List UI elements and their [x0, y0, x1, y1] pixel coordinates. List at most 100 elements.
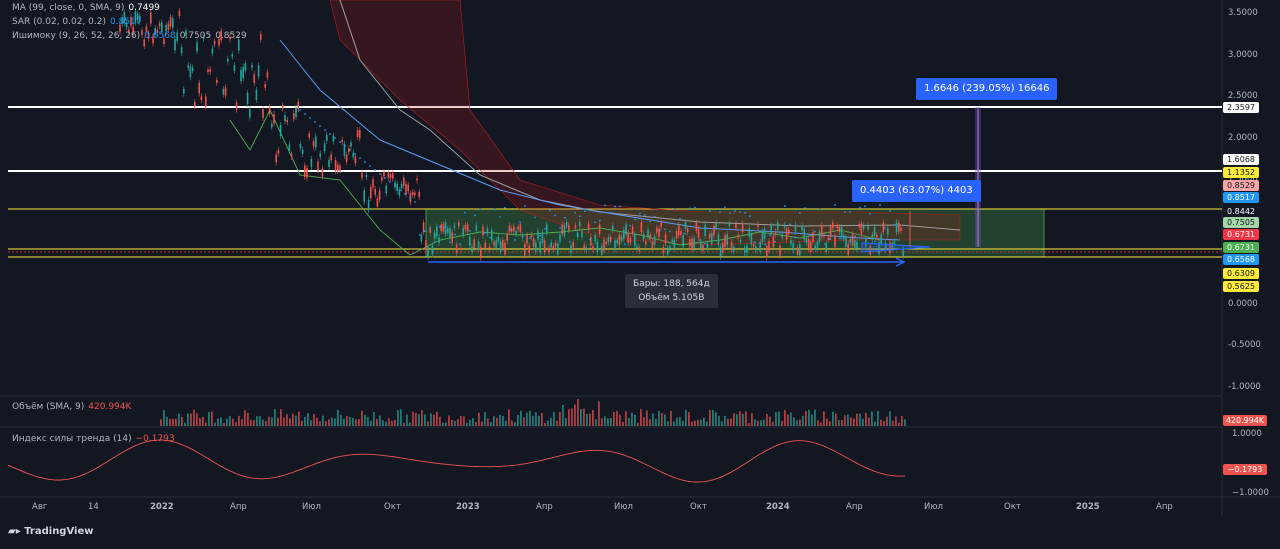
volume-bar: [679, 416, 681, 426]
sar-dot: [339, 141, 341, 143]
measure-upper-label[interactable]: 1.6646 (239.05%) 16646: [916, 78, 1058, 100]
sar-dot: [379, 173, 381, 175]
volume-bar: [343, 418, 345, 426]
volume-bar: [487, 418, 489, 426]
candle-body: [625, 224, 627, 235]
candle-body: [719, 246, 722, 257]
tradingview-logo[interactable]: ▰▸ TradingView: [8, 526, 93, 537]
candle-body: [334, 160, 337, 172]
volume-bar: [904, 419, 906, 426]
legend-sar[interactable]: SAR (0.02, 0.02, 0.2) 0.8517: [12, 17, 146, 28]
volume-bar: [235, 422, 237, 426]
candle-body: [372, 179, 374, 188]
candle-body: [774, 231, 777, 235]
sar-dot: [849, 210, 851, 213]
sar-dot: [779, 231, 781, 234]
legend-ma[interactable]: MA (99, close, 0, SMA, 9) 0.7499: [12, 3, 164, 14]
candle-body: [249, 109, 251, 118]
candle-body: [427, 247, 429, 258]
volume-bar: [589, 413, 591, 426]
volume-bar: [667, 421, 669, 426]
volume-bar: [430, 413, 432, 426]
candle-body: [715, 222, 717, 228]
volume-bar: [664, 414, 666, 426]
time-axis-label: 2024: [766, 502, 790, 512]
candle-body: [871, 234, 874, 241]
volume-bar: [598, 401, 600, 426]
volume-legend[interactable]: Объём (SMA, 9) 420.994K: [12, 402, 135, 413]
candle-body: [728, 223, 731, 226]
sar-dot: [319, 125, 321, 127]
sar-dot: [764, 243, 766, 246]
volume-bar: [202, 416, 204, 426]
sar-dot: [734, 210, 736, 212]
candle-body: [777, 222, 779, 231]
candle-body: [634, 234, 636, 246]
measure-lower-label[interactable]: 0.4403 (63.07%) 4403: [852, 180, 981, 202]
sar-dot: [564, 216, 566, 219]
volume-bar: [859, 413, 861, 426]
volume-bar: [790, 412, 792, 426]
volume-bar: [673, 421, 675, 426]
candle-body: [711, 233, 713, 244]
legend-ichimoku[interactable]: Ишимоку (9, 26, 52, 26, 26) 0.6568 0.7505 0…: [12, 31, 251, 42]
volume-bar: [208, 411, 210, 426]
volume-bar: [616, 410, 618, 426]
candle-body: [812, 231, 814, 242]
sar-dot: [709, 210, 711, 213]
volume-bar: [631, 412, 633, 426]
candle-body: [717, 234, 720, 245]
candle-body: [739, 240, 742, 243]
volume-bar: [568, 409, 570, 426]
volume-bar: [463, 416, 465, 426]
candle-body: [682, 235, 684, 247]
candle-body: [246, 92, 249, 105]
volume-bar: [280, 409, 282, 426]
candle-body: [513, 226, 515, 232]
volume-bar: [331, 417, 333, 426]
candle-body: [609, 236, 612, 242]
volume-bar: [628, 417, 630, 426]
sar-dot: [299, 109, 301, 111]
volume-bar: [697, 419, 699, 426]
candle-body: [631, 226, 634, 234]
candle-body: [376, 198, 379, 207]
candle-body: [275, 154, 277, 163]
sar-dot: [619, 205, 621, 208]
candle-body: [312, 141, 315, 147]
time-axis-label: Апр: [1156, 502, 1173, 512]
sar-dot: [309, 117, 311, 119]
volume-bar: [424, 414, 426, 426]
candle-body: [722, 242, 724, 253]
volume-bar: [481, 421, 483, 426]
candle-body: [244, 63, 247, 71]
chart-canvas[interactable]: MA (99, close, 0, SMA, 9) 0.7499 SAR (0.0…: [0, 0, 1280, 545]
volume-bar: [610, 417, 612, 426]
price-axis-label: -1.0000: [1228, 382, 1261, 392]
volume-bar: [220, 417, 222, 426]
time-axis-label: 2022: [150, 502, 174, 512]
candle-body: [854, 240, 856, 248]
candle-body: [737, 235, 739, 238]
candle-body: [277, 149, 280, 154]
sar-dot: [384, 177, 386, 179]
sar-dot: [419, 234, 421, 236]
candle-body: [574, 225, 577, 229]
trend-legend[interactable]: Индекс силы тренда (14) −0.1793: [12, 434, 179, 445]
volume-bar: [214, 422, 216, 426]
sar-dot: [669, 230, 671, 233]
candle-body: [834, 235, 836, 248]
volume-bar: [385, 421, 387, 426]
volume-bar: [529, 410, 531, 426]
sar-dot: [814, 230, 816, 233]
price-chart[interactable]: [0, 0, 1280, 545]
volume-bar: [490, 422, 492, 426]
candle-body: [290, 154, 293, 158]
candle-body: [304, 165, 306, 177]
sar-dot: [539, 234, 541, 237]
sar-dot: [759, 242, 761, 245]
sar-dot: [689, 207, 691, 210]
volume-bar: [436, 411, 438, 426]
candle-body: [565, 222, 568, 227]
sar-dot: [469, 230, 471, 232]
